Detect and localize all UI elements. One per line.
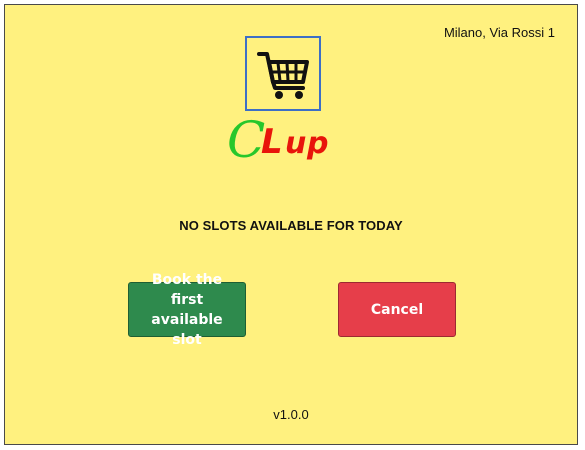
app-window: Milano, Via Rossi 1 C L u p NO SLOTS AVA… xyxy=(4,4,578,445)
brand-letter-l: L xyxy=(261,122,283,162)
version-label: v1.0.0 xyxy=(273,407,309,422)
cart-logo-frame xyxy=(245,36,321,111)
brand-letter-u: u xyxy=(285,126,306,161)
brand-letter-p: p xyxy=(306,126,328,161)
shopping-cart-icon xyxy=(257,51,309,99)
cancel-button[interactable]: Cancel xyxy=(338,282,456,337)
brand-letter-c: C xyxy=(227,113,265,167)
book-first-slot-button[interactable]: Book the first available slot xyxy=(128,272,246,348)
no-slots-message: NO SLOTS AVAILABLE FOR TODAY xyxy=(179,218,403,233)
store-location: Milano, Via Rossi 1 xyxy=(443,25,555,40)
brand-logo: C L u p xyxy=(227,113,328,167)
